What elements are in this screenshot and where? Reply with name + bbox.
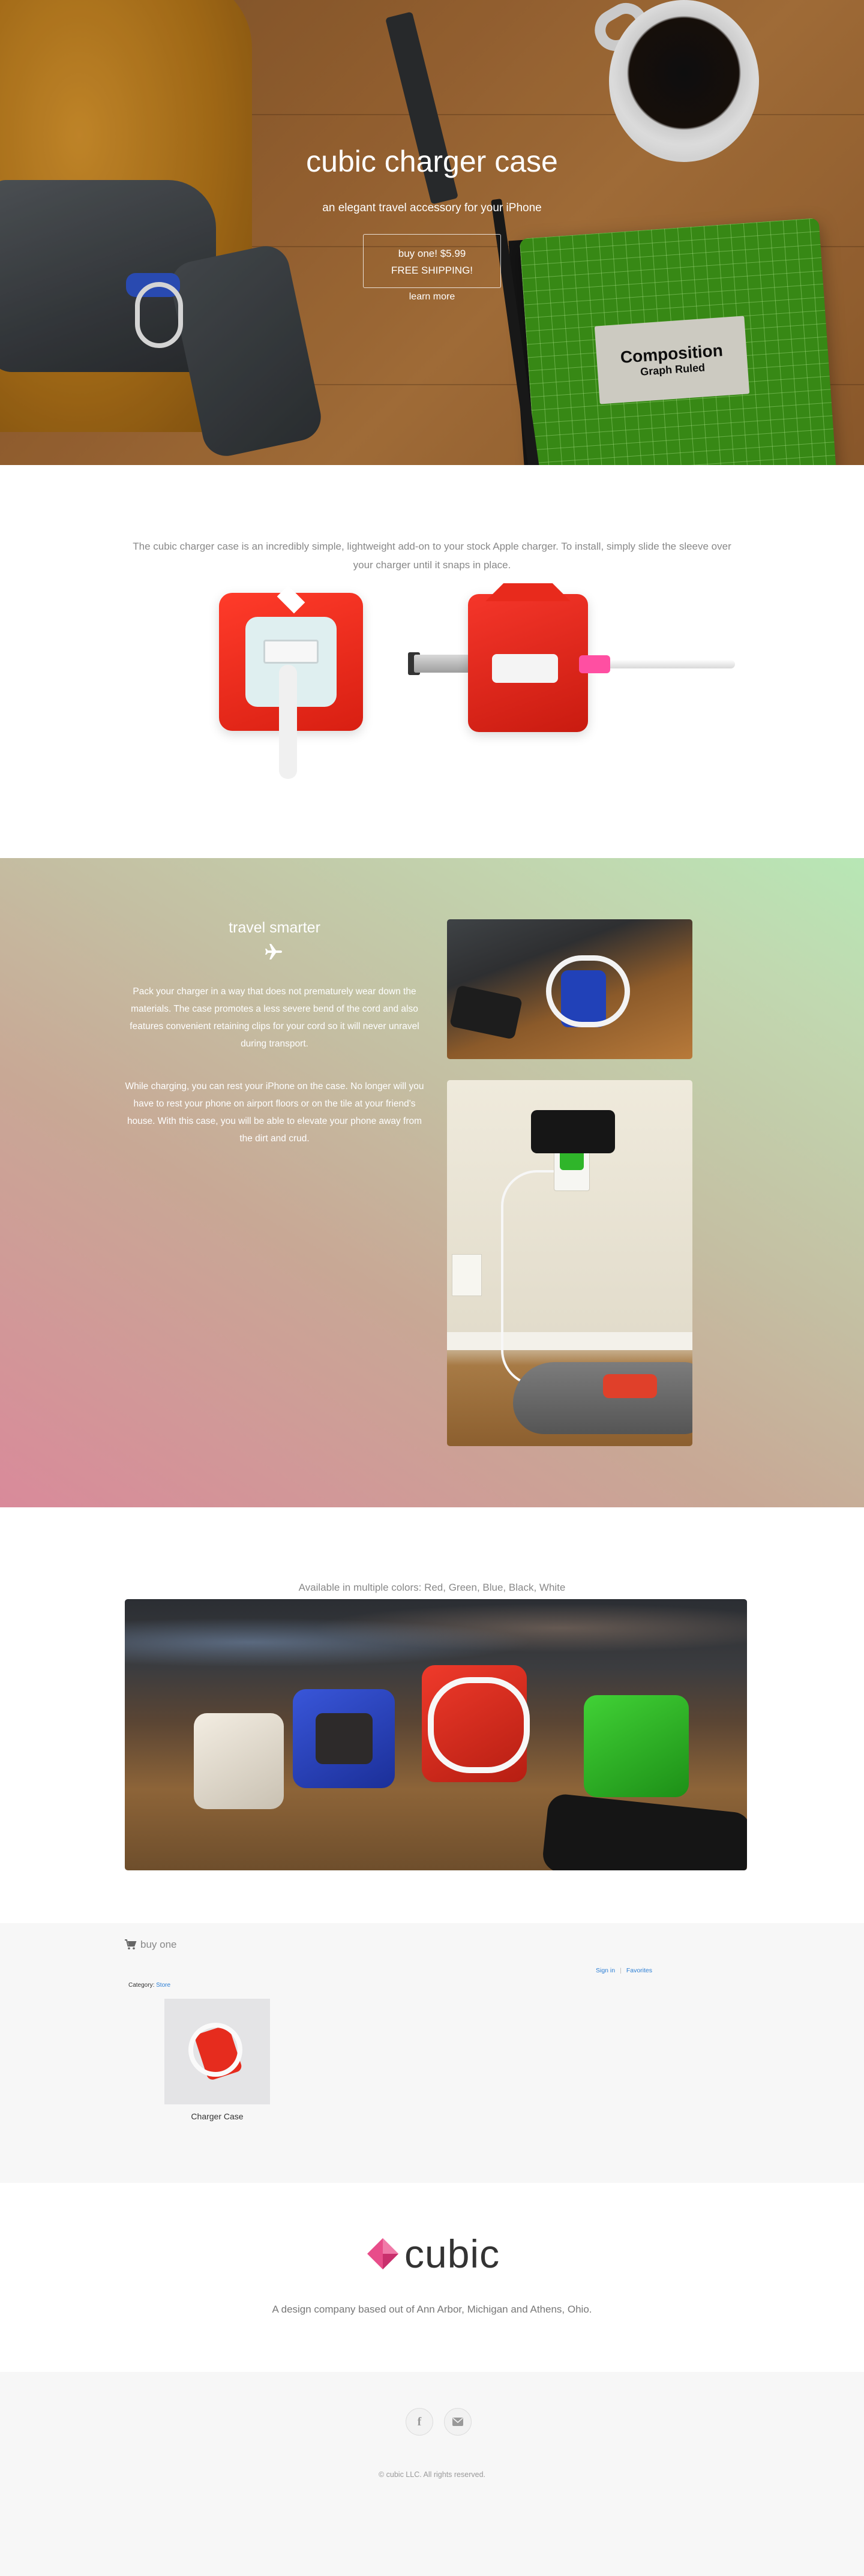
footer: f © cubic LLC. All rights reserved. <box>0 2372 864 2576</box>
free-shipping-label: FREE SHIPPING! <box>391 265 473 276</box>
coiled-cable-image <box>546 955 630 1027</box>
plane-icon <box>265 944 282 959</box>
charger-ears <box>468 583 588 601</box>
buy-one-button[interactable]: buy one! $5.99 FREE SHIPPING! <box>363 234 501 288</box>
hero-content: cubic charger case an elegant travel acc… <box>0 144 864 302</box>
sign-in-link[interactable]: Sign in <box>596 1967 615 1974</box>
plug-prongs <box>414 655 469 673</box>
sneaker-image <box>513 1362 692 1434</box>
category-label: Category: <box>128 1982 155 1989</box>
white-cable-image <box>188 2023 242 2077</box>
store-section: buy one Sign in | Favorites Category: St… <box>0 1923 864 2183</box>
photo-glare <box>125 1599 747 1671</box>
travel-title: travel smarter <box>229 919 320 936</box>
packed-charger-photo <box>447 919 692 1059</box>
sneaker-accent <box>603 1374 657 1398</box>
colors-caption: Available in multiple colors: Red, Green… <box>298 1582 566 1593</box>
travel-paragraph-1: Pack your charger in a way that does not… <box>130 986 419 1049</box>
phone-image <box>449 985 523 1040</box>
colors-section: Available in multiple colors: Red, Green… <box>0 1507 864 1923</box>
envelope-icon <box>452 2418 463 2426</box>
hero-section: Composition Graph Ruled cubic charger ca… <box>0 0 864 465</box>
store-heading-label: buy one <box>140 1939 177 1950</box>
diamond-logo-icon <box>367 2238 398 2269</box>
facebook-icon: f <box>417 2415 422 2428</box>
intro-section: The cubic charger case is an incredibly … <box>0 465 864 858</box>
wall-outlet <box>452 1254 482 1296</box>
intro-text: The cubic charger case is an incredibly … <box>133 541 731 571</box>
blue-case-image <box>293 1689 395 1788</box>
travel-section: travel smarter Pack your charger in a wa… <box>0 858 864 1507</box>
charger-cable <box>279 665 297 779</box>
usb-plug <box>579 655 610 673</box>
buy-price-label: buy one! $5.99 <box>398 248 466 259</box>
store-heading: buy one <box>125 1939 177 1951</box>
color-variants-photo <box>125 1599 747 1870</box>
charger-port <box>263 640 319 664</box>
travel-paragraph-2: While charging, you can rest your iPhone… <box>125 1081 424 1144</box>
favorites-link[interactable]: Favorites <box>626 1967 652 1974</box>
charger-front-image <box>219 585 363 779</box>
product-thumbnail[interactable] <box>164 1999 270 2104</box>
facebook-button[interactable]: f <box>406 2408 433 2436</box>
hero-title: cubic charger case <box>306 145 558 178</box>
store-account-links: Sign in | Favorites <box>596 1967 652 1974</box>
about-section: cubic A design company based out of Ann … <box>0 2183 864 2372</box>
email-button[interactable] <box>444 2408 472 2436</box>
red-case-image <box>422 1665 530 1782</box>
shopping-cart-icon <box>125 1939 137 1950</box>
charger-white-band <box>492 654 558 683</box>
charger-notch <box>277 585 305 614</box>
learn-more-link[interactable]: learn more <box>0 292 864 302</box>
cubic-logo: cubic <box>366 2234 500 2274</box>
charging-wire <box>501 1170 573 1386</box>
wall-charging-photo <box>447 1080 692 1446</box>
white-case-image <box>194 1713 284 1809</box>
product-name-link[interactable]: Charger Case <box>164 2112 270 2121</box>
charger-side-image <box>468 583 588 732</box>
category-store-link[interactable]: Store <box>156 1982 170 1989</box>
green-case-image <box>584 1695 689 1797</box>
store-category: Category: Store <box>128 1982 170 1989</box>
phone-image <box>541 1792 747 1870</box>
copyright-text: © cubic LLC. All rights reserved. <box>378 2470 486 2479</box>
about-tagline: A design company based out of Ann Arbor,… <box>272 2304 592 2315</box>
link-separator: | <box>620 1967 622 1974</box>
hero-subtitle: an elegant travel accessory for your iPh… <box>322 202 542 214</box>
logo-wordmark: cubic <box>404 2232 500 2276</box>
resting-phone-image <box>531 1110 615 1153</box>
